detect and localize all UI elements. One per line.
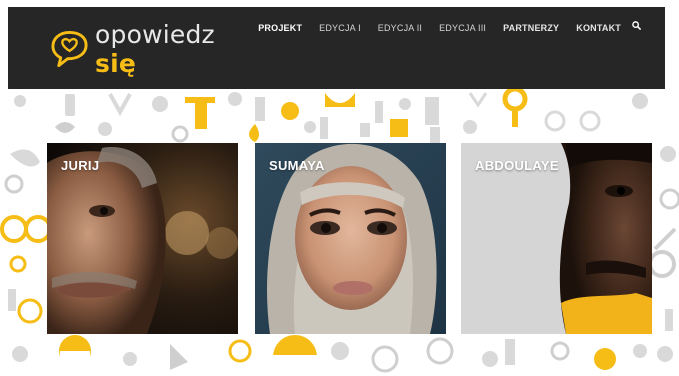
nav-item-edycja-iii[interactable]: EDYCJA III bbox=[439, 23, 486, 33]
nav-item-partnerzy[interactable]: PARTNERZY bbox=[503, 23, 559, 33]
main-nav: PROJEKT EDYCJA I EDYCJA II EDYCJA III PA… bbox=[258, 20, 641, 33]
person-card-abdoulaye[interactable]: ABDOULAYE bbox=[461, 143, 652, 334]
logo-text-main: opowiedz bbox=[95, 20, 215, 49]
site-logo[interactable]: opowiedz się bbox=[50, 20, 260, 78]
search-icon[interactable] bbox=[632, 20, 641, 30]
person-card-jurij[interactable]: JURIJ bbox=[47, 143, 238, 334]
card-name-abdoulaye: ABDOULAYE bbox=[475, 158, 559, 173]
site-logo-text: opowiedz się bbox=[95, 20, 260, 78]
page: opowiedz się PROJEKT EDYCJA I EDYCJA II … bbox=[0, 0, 679, 376]
card-name-jurij: JURIJ bbox=[61, 158, 100, 173]
nav-item-projekt[interactable]: PROJEKT bbox=[258, 23, 302, 33]
logo-text-accent: się bbox=[95, 49, 137, 78]
person-card-sumaya[interactable]: SUMAYA bbox=[255, 143, 446, 334]
card-name-sumaya: SUMAYA bbox=[269, 158, 325, 173]
nav-item-kontakt[interactable]: KONTAKT bbox=[576, 23, 621, 33]
speech-bubble-heart-icon bbox=[51, 30, 88, 68]
nav-item-edycja-ii[interactable]: EDYCJA II bbox=[378, 23, 422, 33]
nav-item-edycja-i[interactable]: EDYCJA I bbox=[319, 23, 361, 33]
site-header: opowiedz się PROJEKT EDYCJA I EDYCJA II … bbox=[8, 7, 665, 89]
